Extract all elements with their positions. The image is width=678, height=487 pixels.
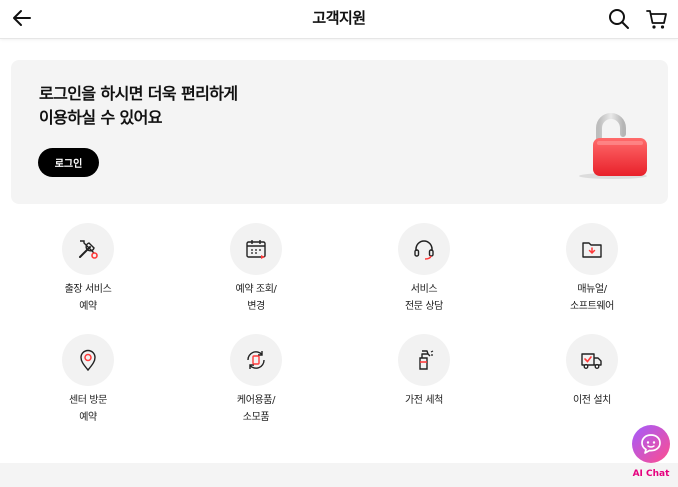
menu-visit-service-booking[interactable]: 출장 서비스 예약 bbox=[18, 223, 158, 323]
ai-chat-label: AI Chat bbox=[632, 469, 670, 479]
menu-label: 출장 서비스 예약 bbox=[18, 281, 158, 315]
menu-label-line2: 소프트웨어 bbox=[569, 301, 614, 312]
menu-label-line2: 예약 bbox=[79, 412, 97, 423]
menu-label-line2: 변경 bbox=[247, 301, 265, 312]
menu-label-line1: 매뉴얼/ bbox=[577, 284, 607, 295]
menu-care-supplies[interactable]: 케어용품/ 소모품 bbox=[186, 334, 326, 434]
menu-expert-consultation[interactable]: 서비스 전문 상담 bbox=[354, 223, 494, 323]
login-message-line1: 로그인을 하시면 더욱 편리하게 bbox=[39, 84, 238, 103]
menu-appliance-cleaning[interactable]: 가전 세척 bbox=[354, 334, 494, 434]
menu-icon-circle bbox=[230, 334, 282, 386]
menu-label-line1: 이전 설치 bbox=[573, 395, 611, 406]
location-pin-icon bbox=[80, 349, 96, 372]
cart-icon bbox=[646, 10, 667, 29]
ai-chat-button[interactable]: AI Chat bbox=[630, 425, 672, 483]
menu-label: 가전 세척 bbox=[354, 392, 494, 409]
menu-label-line1: 가전 세척 bbox=[405, 395, 443, 406]
tools-icon bbox=[79, 240, 98, 259]
menu-center-visit-booking[interactable]: 센터 방문 예약 bbox=[18, 334, 158, 434]
menu-label: 이전 설치 bbox=[522, 392, 662, 409]
menu-label: 예약 조회/ 변경 bbox=[186, 281, 326, 315]
menu-icon-circle bbox=[566, 223, 618, 275]
menu-label-line1: 케어용품/ bbox=[236, 395, 276, 406]
menu-label: 케어용품/ 소모품 bbox=[186, 392, 326, 426]
menu-icon-circle bbox=[398, 334, 450, 386]
menu-label: 서비스 전문 상담 bbox=[354, 281, 494, 315]
search-button[interactable] bbox=[606, 6, 632, 32]
padlock-icon bbox=[579, 113, 647, 179]
page-title: 고객지원 bbox=[312, 9, 366, 27]
login-prompt-card: 로그인을 하시면 더욱 편리하게 이용하실 수 있어요 로그인 bbox=[11, 60, 668, 204]
menu-label-line1: 예약 조회/ bbox=[235, 284, 277, 295]
spray-cleaner-icon bbox=[419, 350, 434, 370]
menu-label-line1: 출장 서비스 bbox=[64, 284, 112, 295]
menu-label: 매뉴얼/ 소프트웨어 bbox=[522, 281, 662, 315]
menu-icon-circle bbox=[62, 334, 114, 386]
menu-relocation-install[interactable]: 이전 설치 bbox=[522, 334, 662, 434]
menu-label-line1: 서비스 bbox=[410, 284, 438, 295]
bottom-section-divider bbox=[0, 463, 678, 487]
menu-icon-circle bbox=[230, 223, 282, 275]
menu-label-line1: 센터 방문 bbox=[69, 395, 107, 406]
menu-manual-software[interactable]: 매뉴얼/ 소프트웨어 bbox=[522, 223, 662, 323]
menu-label: 센터 방문 예약 bbox=[18, 392, 158, 426]
menu-label-line2: 전문 상담 bbox=[405, 301, 443, 312]
menu-label-line2: 예약 bbox=[79, 301, 97, 312]
menu-label-line2: 소모품 bbox=[242, 412, 270, 423]
refresh-device-icon bbox=[247, 351, 265, 369]
login-message-line2: 이용하실 수 있어요 bbox=[39, 108, 163, 127]
menu-icon-circle bbox=[566, 334, 618, 386]
login-button[interactable]: 로그인 bbox=[38, 148, 99, 177]
calendar-icon bbox=[246, 240, 266, 259]
search-icon bbox=[609, 9, 629, 29]
folder-download-icon bbox=[582, 242, 602, 258]
app-header: 고객지원 bbox=[0, 0, 678, 39]
headset-icon bbox=[414, 240, 434, 260]
cart-button[interactable] bbox=[644, 6, 670, 32]
login-message: 로그인을 하시면 더욱 편리하게 이용하실 수 있어요 bbox=[39, 82, 399, 130]
menu-reservation-lookup[interactable]: 예약 조회/ 변경 bbox=[186, 223, 326, 323]
menu-icon-circle bbox=[62, 223, 114, 275]
chat-bubble-icon bbox=[641, 434, 661, 454]
delivery-truck-icon bbox=[581, 353, 602, 369]
menu-icon-circle bbox=[398, 223, 450, 275]
ai-chat-bubble bbox=[632, 425, 670, 463]
